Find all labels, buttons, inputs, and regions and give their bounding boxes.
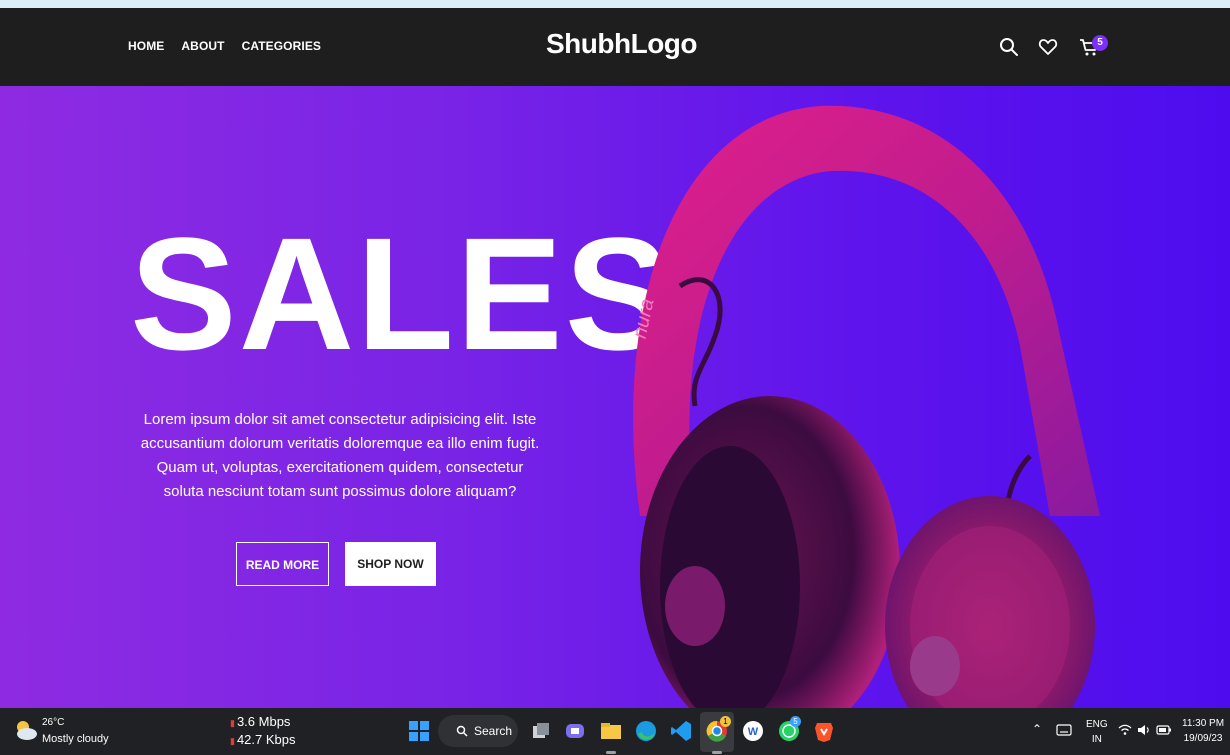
browser-top-strip	[0, 0, 1230, 8]
file-explorer-icon[interactable]	[598, 718, 624, 744]
file-explorer-active-indicator	[606, 751, 616, 754]
hero-title: SALES	[130, 204, 674, 383]
headphones-product-image: nura	[629, 105, 1100, 708]
svg-text:W: W	[748, 726, 759, 738]
weather-temperature: 26°C	[42, 717, 65, 728]
weather-description: Mostly cloudy	[42, 733, 109, 745]
chevron-up-icon[interactable]: ⌃	[1032, 722, 1042, 736]
search-icon	[456, 725, 468, 737]
main-nav: HOME ABOUT CATEGORIES	[128, 39, 321, 53]
brave-browser-icon[interactable]	[811, 718, 837, 744]
download-arrow-icon: ▮	[230, 736, 235, 746]
language-region: IN	[1091, 734, 1102, 745]
volume-icon[interactable]	[1137, 724, 1151, 736]
network-upload-speed: ▮ 3.6 Mbps	[230, 714, 290, 729]
word-app-icon[interactable]: W	[740, 718, 766, 744]
task-view-icon[interactable]	[528, 718, 554, 744]
teams-chat-icon[interactable]	[562, 718, 588, 744]
search-label: Search	[474, 724, 513, 738]
download-speed-value: 42.7 Kbps	[236, 732, 296, 747]
chrome-active-indicator	[712, 751, 722, 754]
nav-home[interactable]: HOME	[128, 39, 164, 53]
hero-banner: SALES Lorem ipsum dolor sit amet consect…	[0, 86, 1230, 708]
site-header: HOME ABOUT CATEGORIES ShubhLogo 5	[0, 8, 1230, 86]
nav-about[interactable]: ABOUT	[181, 39, 224, 53]
language-indicator[interactable]: ENG IN	[1086, 717, 1108, 747]
network-download-speed: ▮ 42.7 Kbps	[230, 732, 296, 747]
language-code: ENG	[1086, 719, 1108, 730]
read-more-button[interactable]: READ MORE	[236, 542, 329, 586]
search-icon[interactable]	[998, 36, 1020, 58]
site-logo[interactable]: ShubhLogo	[546, 28, 698, 60]
clock-date: 19/09/23	[1183, 733, 1223, 744]
whatsapp-badge: 5	[790, 716, 801, 727]
vscode-icon[interactable]	[668, 718, 694, 744]
clock-time: 11:30 PM	[1182, 718, 1225, 729]
cart-count-badge: 5	[1092, 35, 1108, 51]
windows-taskbar: 26°C Mostly cloudy ▮ 3.6 Mbps ▮ 42.7 Kbps …	[0, 708, 1230, 755]
weather-cloudy-icon[interactable]	[14, 719, 38, 741]
system-clock[interactable]: 11:30 PM 19/09/23	[1182, 716, 1224, 746]
wifi-icon[interactable]	[1118, 724, 1132, 736]
shop-now-button[interactable]: SHOP NOW	[345, 542, 436, 586]
battery-icon[interactable]	[1156, 724, 1172, 736]
windows-start-icon[interactable]	[406, 718, 432, 744]
keyboard-icon[interactable]	[1056, 724, 1072, 736]
nav-categories[interactable]: CATEGORIES	[242, 39, 321, 53]
taskbar-search[interactable]: Search	[438, 715, 518, 747]
hero-description: Lorem ipsum dolor sit amet consectetur a…	[140, 411, 540, 500]
chrome-badge: 1	[720, 716, 731, 727]
upload-arrow-icon: ▮	[230, 718, 235, 728]
upload-speed-value: 3.6 Mbps	[236, 714, 291, 729]
edge-icon[interactable]	[633, 718, 659, 744]
heart-icon[interactable]	[1037, 36, 1059, 58]
